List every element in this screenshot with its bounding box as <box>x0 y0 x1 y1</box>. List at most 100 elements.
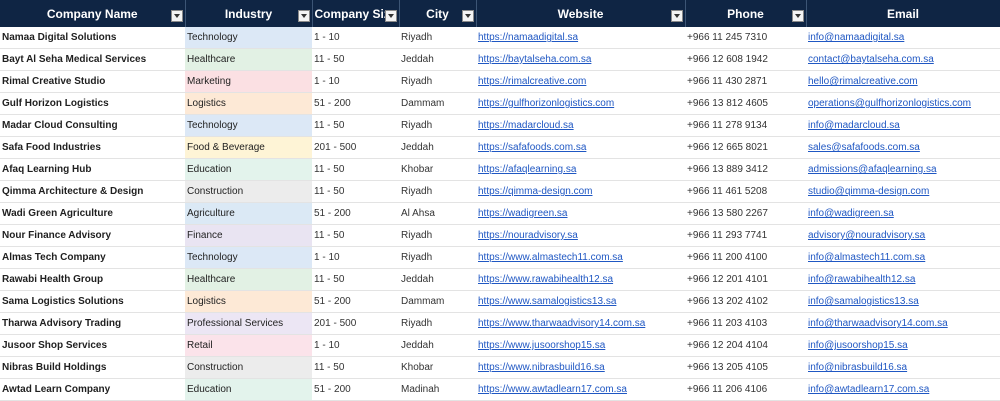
table-row: Awtad Learn Company Education 51 - 200 Madi… <box>0 378 1000 401</box>
cell-company-name: Sama Logistics Solutions <box>0 290 185 313</box>
website-link[interactable]: https://qimma-design.com <box>476 180 685 203</box>
cell-company-size: 1 - 10 <box>312 70 399 93</box>
email-link[interactable]: advisory@nouradvisory.sa <box>806 224 1000 247</box>
table-row: Sama Logistics Solutions Logistics 51 - 20… <box>0 290 1000 313</box>
cell-industry: Logistics <box>185 92 312 115</box>
cell-industry: Healthcare <box>185 268 312 291</box>
cell-company-size: 51 - 200 <box>312 92 399 115</box>
email-link[interactable]: info@samalogistics13.sa <box>806 290 1000 313</box>
website-link[interactable]: https://www.tharwaadvisory14.com.sa <box>476 312 685 335</box>
email-link[interactable]: studio@qimma-design.com <box>806 180 1000 203</box>
website-link[interactable]: https://www.awtadlearn17.com.sa <box>476 378 685 401</box>
cell-phone: +966 12 201 4101 <box>685 268 806 291</box>
cell-industry: Finance <box>185 224 312 247</box>
header-city: City <box>399 0 477 27</box>
website-link[interactable]: https://rimalcreative.com <box>476 70 685 93</box>
website-link[interactable]: https://nouradvisory.sa <box>476 224 685 247</box>
cell-city: Al Ahsa <box>399 202 476 225</box>
cell-company-size: 11 - 50 <box>312 224 399 247</box>
table-row: Rimal Creative Studio Marketing 1 - 10 Riya… <box>0 70 1000 93</box>
email-link[interactable]: contact@baytalseha.com.sa <box>806 48 1000 71</box>
cell-phone: +966 11 203 4103 <box>685 312 806 335</box>
cell-city: Jeddah <box>399 268 476 291</box>
filter-dropdown-icon[interactable] <box>384 10 397 22</box>
website-link[interactable]: https://www.almastech11.com.sa <box>476 246 685 269</box>
website-link[interactable]: https://www.samalogistics13.sa <box>476 290 685 313</box>
website-link[interactable]: https://wadigreen.sa <box>476 202 685 225</box>
cell-city: Dammam <box>399 92 476 115</box>
email-link[interactable]: info@namaadigital.sa <box>806 27 1000 49</box>
cell-industry: Retail <box>185 334 312 357</box>
website-link[interactable]: https://namaadigital.sa <box>476 27 685 49</box>
email-link[interactable]: info@jusoorshop15.sa <box>806 334 1000 357</box>
filter-dropdown-icon[interactable] <box>170 10 183 22</box>
cell-company-size: 51 - 200 <box>312 290 399 313</box>
email-link[interactable]: hello@rimalcreative.com <box>806 70 1000 93</box>
email-link[interactable]: info@nibrasbuild16.sa <box>806 356 1000 379</box>
table-row: Afaq Learning Hub Education 11 - 50 Khobar h… <box>0 158 1000 181</box>
header-city-label: City <box>426 6 449 21</box>
cell-phone: +966 12 204 4104 <box>685 334 806 357</box>
email-link[interactable]: info@rawabihealth12.sa <box>806 268 1000 291</box>
cell-company-size: 1 - 10 <box>312 27 399 49</box>
email-link[interactable]: admissions@afaqlearning.sa <box>806 158 1000 181</box>
website-link[interactable]: https://madarcloud.sa <box>476 114 685 137</box>
cell-city: Riyadh <box>399 114 476 137</box>
table-row: Bayt Al Seha Medical Services Healthcare 1… <box>0 48 1000 71</box>
cell-phone: +966 11 430 2871 <box>685 70 806 93</box>
email-link[interactable]: operations@gulfhorizonlogistics.com <box>806 92 1000 115</box>
table-row: Qimma Architecture & Design Construction 1… <box>0 180 1000 203</box>
cell-company-name: Afaq Learning Hub <box>0 158 185 181</box>
cell-company-size: 11 - 50 <box>312 114 399 137</box>
cell-phone: +966 13 205 4105 <box>685 356 806 379</box>
website-link[interactable]: https://www.nibrasbuild16.sa <box>476 356 685 379</box>
cell-company-size: 11 - 50 <box>312 268 399 291</box>
table-row: Rawabi Health Group Healthcare 11 - 50 Jedd… <box>0 268 1000 291</box>
email-link[interactable]: info@wadigreen.sa <box>806 202 1000 225</box>
website-link[interactable]: https://safafoods.com.sa <box>476 136 685 159</box>
table-body: Namaa Digital Solutions Technology 1 - 10 R… <box>0 27 1000 401</box>
header-phone-label: Phone <box>727 6 764 21</box>
cell-industry: Agriculture <box>185 202 312 225</box>
website-link[interactable]: https://afaqlearning.sa <box>476 158 685 181</box>
cell-company-name: Madar Cloud Consulting <box>0 114 185 137</box>
cell-company-size: 1 - 10 <box>312 334 399 357</box>
email-link[interactable]: info@madarcloud.sa <box>806 114 1000 137</box>
cell-industry: Healthcare <box>185 48 312 71</box>
cell-city: Riyadh <box>399 70 476 93</box>
cell-company-name: Gulf Horizon Logistics <box>0 92 185 115</box>
email-link[interactable]: info@tharwaadvisory14.com.sa <box>806 312 1000 335</box>
table-row: Nour Finance Advisory Finance 11 - 50 Riyad… <box>0 224 1000 247</box>
website-link[interactable]: https://gulfhorizonlogistics.com <box>476 92 685 115</box>
filter-dropdown-icon[interactable] <box>297 10 310 22</box>
cell-city: Riyadh <box>399 27 476 49</box>
cell-phone: +966 11 461 5208 <box>685 180 806 203</box>
cell-company-name: Tharwa Advisory Trading <box>0 312 185 335</box>
cell-phone: +966 12 665 8021 <box>685 136 806 159</box>
email-link[interactable]: info@awtadlearn17.com.sa <box>806 378 1000 401</box>
email-link[interactable]: info@almastech11.com.sa <box>806 246 1000 269</box>
cell-city: Khobar <box>399 356 476 379</box>
cell-company-name: Bayt Al Seha Medical Services <box>0 48 185 71</box>
cell-city: Jeddah <box>399 334 476 357</box>
table-row: Madar Cloud Consulting Technology 11 - 50 R… <box>0 114 1000 137</box>
filter-dropdown-icon[interactable] <box>461 10 474 22</box>
cell-company-size: 11 - 50 <box>312 48 399 71</box>
cell-industry: Construction <box>185 356 312 379</box>
cell-industry: Food & Beverage <box>185 136 312 159</box>
table-row: Almas Tech Company Technology 1 - 10 Riyadh… <box>0 246 1000 269</box>
cell-industry: Construction <box>185 180 312 203</box>
cell-company-size: 1 - 10 <box>312 246 399 269</box>
cell-phone: +966 13 202 4102 <box>685 290 806 313</box>
cell-company-name: Wadi Green Agriculture <box>0 202 185 225</box>
website-link[interactable]: https://baytalseha.com.sa <box>476 48 685 71</box>
cell-city: Madinah <box>399 378 476 401</box>
cell-phone: +966 13 889 3412 <box>685 158 806 181</box>
website-link[interactable]: https://www.rawabihealth12.sa <box>476 268 685 291</box>
website-link[interactable]: https://www.jusoorshop15.sa <box>476 334 685 357</box>
filter-dropdown-icon[interactable] <box>670 10 683 22</box>
table-row: Wadi Green Agriculture Agriculture 51 - 20… <box>0 202 1000 225</box>
email-link[interactable]: sales@safafoods.com.sa <box>806 136 1000 159</box>
cell-company-size: 201 - 500 <box>312 136 399 159</box>
filter-dropdown-icon[interactable] <box>791 10 804 22</box>
